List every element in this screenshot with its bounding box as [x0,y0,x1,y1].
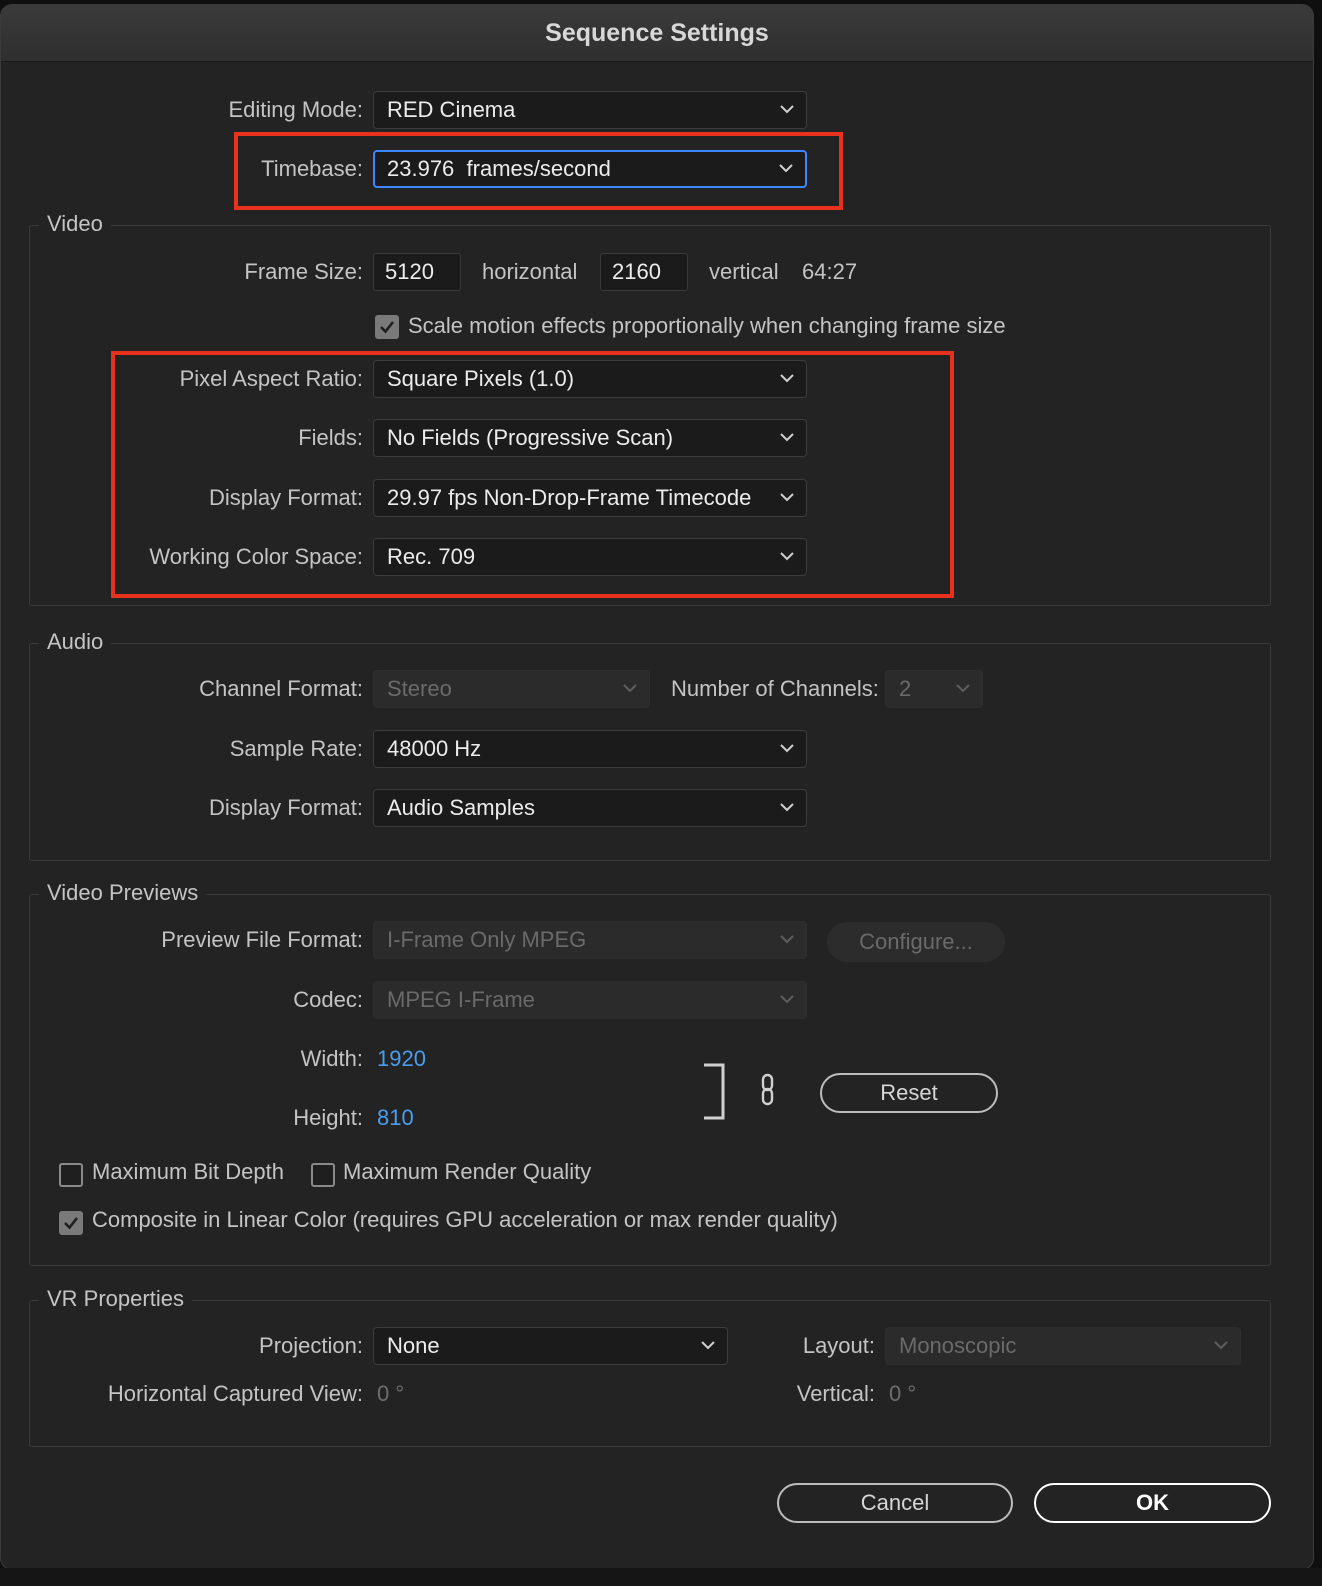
ok-button[interactable]: OK [1034,1483,1271,1523]
preview-file-format-dropdown[interactable]: I-Frame Only MPEG [373,921,807,959]
preview-height-label: Height: [293,1105,363,1130]
checkmark-icon [380,321,395,334]
number-of-channels-value: 2 [899,676,912,701]
scale-motion-label: Scale motion effects proportionally when… [408,313,1006,338]
sequence-settings-dialog: Sequence Settings Editing Mode: RED Cine… [0,4,1314,1570]
sample-rate-value: 48000 Hz [387,736,482,761]
preview-file-format-value: I-Frame Only MPEG [387,927,587,952]
number-of-channels-dropdown[interactable]: 2 [885,670,983,708]
vr-vertical-value: 0 ° [889,1381,917,1406]
number-of-channels-label: Number of Channels: [671,676,879,701]
max-bit-depth-checkbox[interactable] [59,1163,83,1187]
codec-dropdown[interactable]: MPEG I-Frame [373,981,807,1019]
projection-dropdown[interactable]: None [373,1327,728,1365]
vertical-label: vertical [709,259,779,284]
chevron-down-icon [780,935,794,944]
layout-value: Monoscopic [899,1333,1017,1358]
chevron-down-icon [780,803,794,812]
constrain-bracket-icon [704,1063,725,1120]
projection-label: Projection: [259,1333,363,1358]
max-render-quality-checkbox[interactable] [311,1163,335,1187]
sample-rate-dropdown[interactable]: 48000 Hz [373,730,807,768]
projection-value: None [387,1333,440,1358]
horizontal-captured-view-label: Horizontal Captured View: [107,1381,363,1406]
vr-properties-group-title: VR Properties [39,1286,192,1312]
frame-width-field[interactable]: 5120 [373,253,461,291]
codec-label: Codec: [293,987,363,1012]
video-previews-group-title: Video Previews [39,880,207,906]
codec-value: MPEG I-Frame [387,987,535,1012]
reset-button[interactable]: Reset [820,1073,998,1113]
aspect-ratio-text: 64:27 [802,259,858,284]
chevron-down-icon [623,684,637,693]
max-bit-depth-label: Maximum Bit Depth [92,1159,284,1184]
highlight-box-timebase [234,132,843,210]
preview-file-format-label: Preview File Format: [161,927,363,952]
chevron-down-icon [780,744,794,753]
chevron-down-icon [780,995,794,1004]
cancel-button[interactable]: Cancel [777,1483,1013,1523]
chevron-down-icon [956,684,970,693]
dialog-title: Sequence Settings [1,5,1313,62]
checkmark-icon [64,1217,79,1230]
horizontal-label: horizontal [482,259,578,284]
chevron-down-icon [701,1341,715,1350]
preview-width-label: Width: [300,1046,363,1071]
highlight-box-video-settings [111,351,954,598]
linear-color-label: Composite in Linear Color (requires GPU … [92,1207,838,1232]
layout-label: Layout: [802,1333,875,1358]
audio-display-format-label: Display Format: [208,795,363,820]
max-render-quality-label: Maximum Render Quality [343,1159,592,1184]
channel-format-label: Channel Format: [199,676,363,701]
background-strip [0,1568,1322,1586]
layout-dropdown[interactable]: Monoscopic [885,1327,1241,1365]
chevron-down-icon [1214,1341,1228,1350]
channel-format-dropdown[interactable]: Stereo [373,670,650,708]
editing-mode-label: Editing Mode: [228,97,363,122]
audio-display-format-value: Audio Samples [387,795,535,820]
sample-rate-label: Sample Rate: [229,736,363,761]
linear-color-checkbox[interactable] [59,1211,83,1235]
vr-vertical-label: Vertical: [796,1381,875,1406]
channel-format-value: Stereo [387,676,452,701]
audio-display-format-dropdown[interactable]: Audio Samples [373,789,807,827]
configure-button[interactable]: Configure... [827,922,1005,962]
audio-group-title: Audio [39,629,112,655]
frame-size-label: Frame Size: [244,259,363,284]
preview-width-value[interactable]: 1920 [377,1046,426,1072]
editing-mode-dropdown[interactable]: RED Cinema [373,91,807,129]
video-group-title: Video [39,211,111,237]
link-chain-icon[interactable] [758,1073,778,1107]
editing-mode-value: RED Cinema [387,97,516,122]
vr-properties-group [29,1300,1271,1447]
chevron-down-icon [780,105,794,114]
preview-height-value[interactable]: 810 [377,1105,414,1131]
frame-height-field[interactable]: 2160 [600,253,688,291]
scale-motion-checkbox[interactable] [375,315,399,339]
horizontal-captured-view-value: 0 ° [377,1381,405,1406]
